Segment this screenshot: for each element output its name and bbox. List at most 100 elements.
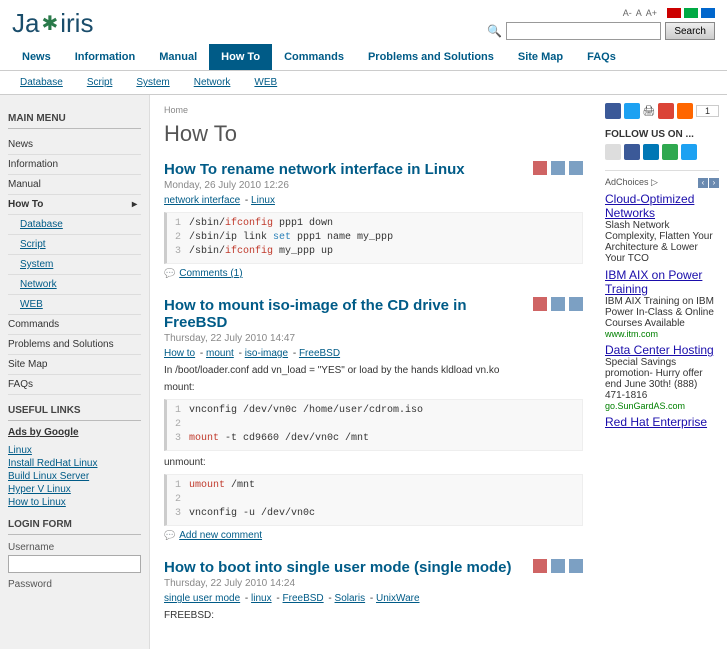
article-title[interactable]: How to mount iso-image of the CD drive i… [164,297,533,331]
share-icon[interactable] [677,103,693,119]
pdf-icon[interactable] [533,297,547,311]
sponsored-link[interactable]: Data Center Hosting [605,343,719,357]
print-icon[interactable] [551,161,565,175]
email-icon[interactable] [569,559,583,573]
font-reset[interactable]: A [636,8,642,18]
adchoices-label[interactable]: AdChoices [605,177,649,187]
ad-link[interactable]: Build Linux Server [8,471,89,482]
font-size-controls: A- A A+ [623,8,657,18]
share-count: 1 [696,105,719,117]
logo-text-pre: Ja [12,8,39,39]
mainnav-item[interactable]: Manual [147,44,209,70]
tag-link[interactable]: mount [206,348,234,359]
mainnav-item[interactable]: Site Map [506,44,575,70]
tag-link[interactable]: iso-image [245,348,288,359]
article: How to mount iso-image of the CD drive i… [164,297,583,541]
ads-by-google[interactable]: Ads by Google [8,427,141,438]
twitter-icon[interactable] [624,103,640,119]
logo-text-post: iris [60,8,93,39]
tag-link[interactable]: FreeBSD [299,348,340,359]
print-icon[interactable] [551,559,565,573]
tag-link[interactable]: FreeBSD [283,593,324,604]
article-title[interactable]: How to boot into single user mode (singl… [164,559,512,576]
sidebar-subitem[interactable]: Script [20,239,46,250]
print-icon[interactable]: 🖨 [643,106,656,117]
facebook-icon[interactable] [605,103,621,119]
username-label: Username [8,542,54,553]
sidebar-item[interactable]: Problems and Solutions [8,335,141,355]
font-increase[interactable]: A+ [646,8,657,18]
sidebar-subitem[interactable]: System [20,259,53,270]
mainnav-item[interactable]: FAQs [575,44,628,70]
pdf-icon[interactable] [533,559,547,573]
sidebar-item[interactable]: FAQs [8,375,141,395]
gplus-icon[interactable] [658,103,674,119]
sidebar-subitem[interactable]: Network [20,279,57,290]
font-decrease[interactable]: A- [623,8,632,18]
sidebar-subitem[interactable]: WEB [20,299,43,310]
ad-url[interactable]: go.SunGardAS.com [605,401,719,411]
subnav-item[interactable]: WEB [254,77,277,88]
subnav-item[interactable]: System [136,77,169,88]
email-icon[interactable] [569,161,583,175]
comments-link[interactable]: Comments (1) [179,268,242,279]
article-title[interactable]: How To rename network interface in Linux [164,161,465,178]
article: How to boot into single user mode (singl… [164,559,583,621]
ad-next-icon[interactable]: › [709,178,719,188]
sidebar-item[interactable]: Site Map [8,355,141,375]
mainnav-item[interactable]: Problems and Solutions [356,44,506,70]
search-button[interactable]: Search [665,22,715,40]
breadcrumb[interactable]: Home [164,105,583,115]
article: How To rename network interface in Linux… [164,161,583,279]
code-block: 1vnconfig /dev/vn0c /home/user/cdrom.iso… [164,399,583,451]
sidebar-item[interactable]: Manual [8,175,141,195]
sponsored-link[interactable]: Red Hat Enterprise [605,415,719,429]
linkedin-icon[interactable] [643,144,659,160]
flag-icon[interactable] [667,8,681,18]
sidebar-item[interactable]: Commands [8,315,141,335]
subnav-item[interactable]: Network [194,77,231,88]
flag-icon[interactable] [701,8,715,18]
tag-link[interactable]: single user mode [164,593,240,604]
search-icon: 🔍 [487,22,502,40]
mainnav-item[interactable]: How To [209,44,272,70]
tag-link[interactable]: Solaris [335,593,366,604]
tag-link[interactable]: linux [251,593,272,604]
sidebar-item[interactable]: Information [8,155,141,175]
sidebar-subitem[interactable]: Database [20,219,63,230]
ad-prev-icon[interactable]: ‹ [698,178,708,188]
password-label: Password [8,579,141,590]
subnav-item[interactable]: Database [20,77,63,88]
facebook-icon[interactable] [624,144,640,160]
subnav-item[interactable]: Script [87,77,113,88]
site-logo[interactable]: Ja✱iris [12,8,93,39]
print-icon[interactable] [551,297,565,311]
sidebar-item[interactable]: News [8,135,141,155]
mainnav-item[interactable]: Commands [272,44,356,70]
netvibes-icon[interactable] [662,144,678,160]
ad-url[interactable]: www.itm.com [605,329,719,339]
twitter-icon[interactable] [681,144,697,160]
ad-link[interactable]: Hyper V Linux [8,484,71,495]
ad-link[interactable]: Install RedHat Linux [8,458,98,469]
flag-icon[interactable] [684,8,698,18]
username-field[interactable] [8,555,141,573]
ad-link[interactable]: How to Linux [8,497,66,508]
sidebar: MAIN MENU NewsInformationManualHow ToDat… [0,95,150,649]
sponsored-link[interactable]: Cloud-Optimized Networks [605,192,719,220]
tag-link[interactable]: UnixWare [376,593,420,604]
tag-link[interactable]: How to [164,348,195,359]
main-content: Home How To How To rename network interf… [150,95,597,649]
tag-link[interactable]: Linux [251,195,275,206]
mainnav-item[interactable]: Information [63,44,148,70]
tag-link[interactable]: network interface [164,195,240,206]
comments-link[interactable]: Add new comment [179,530,262,541]
ad-link[interactable]: Linux [8,445,32,456]
digg-icon[interactable] [605,144,621,160]
mainnav-item[interactable]: News [10,44,63,70]
pdf-icon[interactable] [533,161,547,175]
search-input[interactable] [506,22,661,40]
sponsored-link[interactable]: IBM AIX on Power Training [605,268,719,296]
email-icon[interactable] [569,297,583,311]
sidebar-item-howto[interactable]: How To [8,195,141,215]
